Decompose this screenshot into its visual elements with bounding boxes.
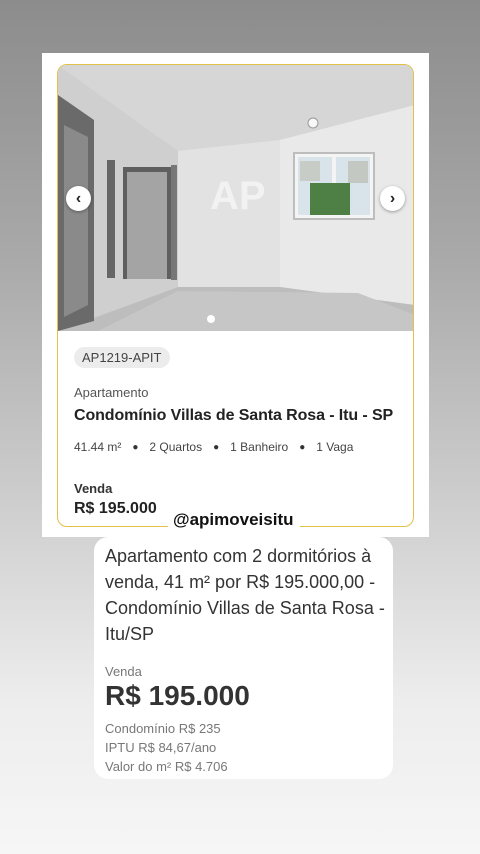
listing-title[interactable]: Condomínio Villas de Santa Rosa - Itu - … <box>74 407 399 425</box>
property-photo-carousel[interactable]: AP ‹ › <box>58 65 413 331</box>
feature-area: 41.44 m² <box>74 440 122 454</box>
listing-card[interactable]: AP ‹ › AP1219-APIT Apartamento Condomíni… <box>57 64 414 527</box>
listing-card-body: AP1219-APIT Apartamento Condomínio Villa… <box>74 347 399 518</box>
carousel-dot-indicator[interactable] <box>207 315 215 323</box>
carousel-next-button[interactable]: › <box>380 186 405 211</box>
property-type: Apartamento <box>74 385 149 400</box>
carousel-prev-button[interactable]: ‹ <box>66 186 91 211</box>
price-per-sqm: Valor do m² R$ 4.706 <box>105 759 228 774</box>
feature-bathrooms: 1 Banheiro <box>230 440 289 454</box>
feature-list: 41.44 m² ● 2 Quartos ● 1 Banheiro ● 1 Va… <box>74 440 399 454</box>
listing-details-card: Apartamento com 2 dormitórios à venda, 4… <box>94 537 393 779</box>
property-code-badge: AP1219-APIT <box>74 347 170 368</box>
condo-fee: Condomínio R$ 235 <box>105 721 221 736</box>
feature-bedrooms: 2 Quartos <box>149 440 203 454</box>
photo-watermark: AP <box>210 174 266 218</box>
listing-description-title: Apartamento com 2 dormitórios à venda, 4… <box>105 546 385 644</box>
instagram-handle[interactable]: @apimoveisitu <box>168 509 300 532</box>
bullet-separator: ● <box>213 441 220 453</box>
details-sale-label: Venda <box>105 664 142 679</box>
property-photo: AP <box>58 65 413 331</box>
details-price: R$ 195.000 <box>105 680 250 711</box>
bullet-separator: ● <box>132 441 139 453</box>
feature-parking: 1 Vaga <box>316 440 354 454</box>
chevron-left-icon: ‹ <box>75 189 82 207</box>
iptu-tax: IPTU R$ 84,67/ano <box>105 740 217 755</box>
bullet-separator: ● <box>299 441 306 453</box>
sale-label: Venda <box>74 481 113 496</box>
chevron-right-icon: › <box>389 189 396 207</box>
